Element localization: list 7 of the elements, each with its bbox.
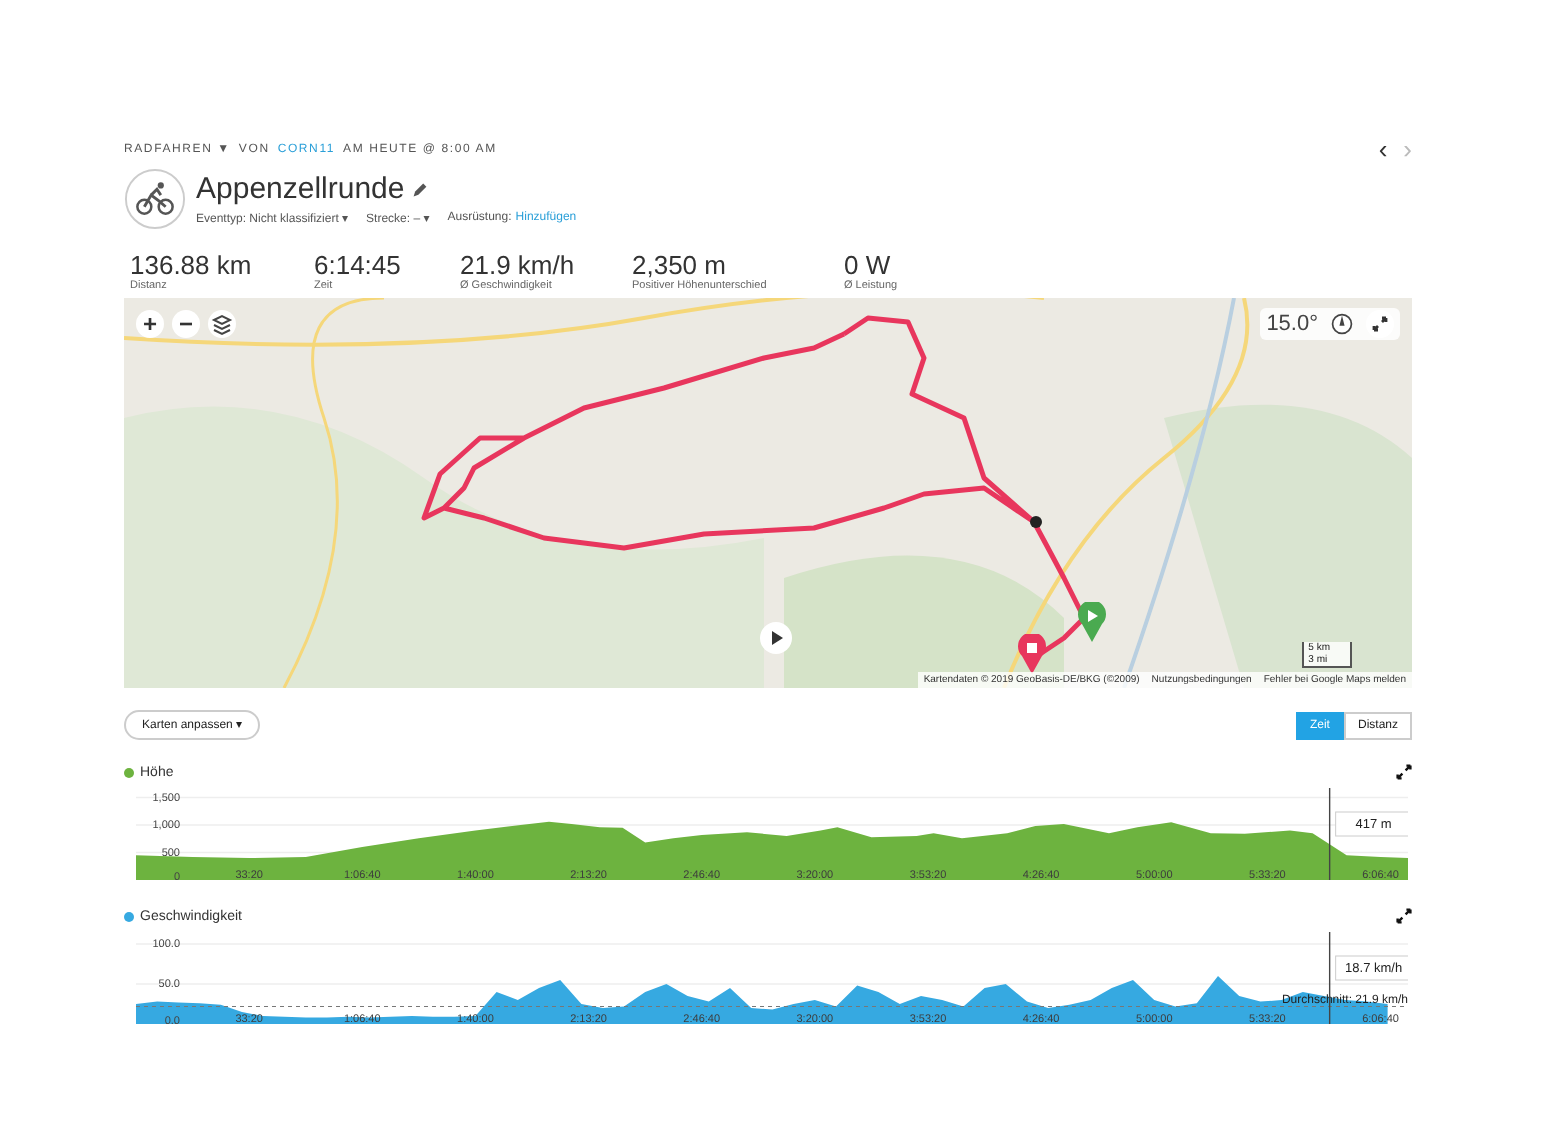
stat-value: 2,350 m	[632, 250, 728, 280]
heading-readout: 15.0°	[1266, 312, 1318, 336]
activity-title: Appenzellrunde	[196, 172, 405, 206]
stat-value: 136.88 km	[130, 250, 254, 280]
stat-value: 0 W	[844, 250, 893, 280]
stat-value: 21.9 km/h	[460, 250, 577, 280]
stat-value: 6:14:45	[314, 250, 403, 280]
